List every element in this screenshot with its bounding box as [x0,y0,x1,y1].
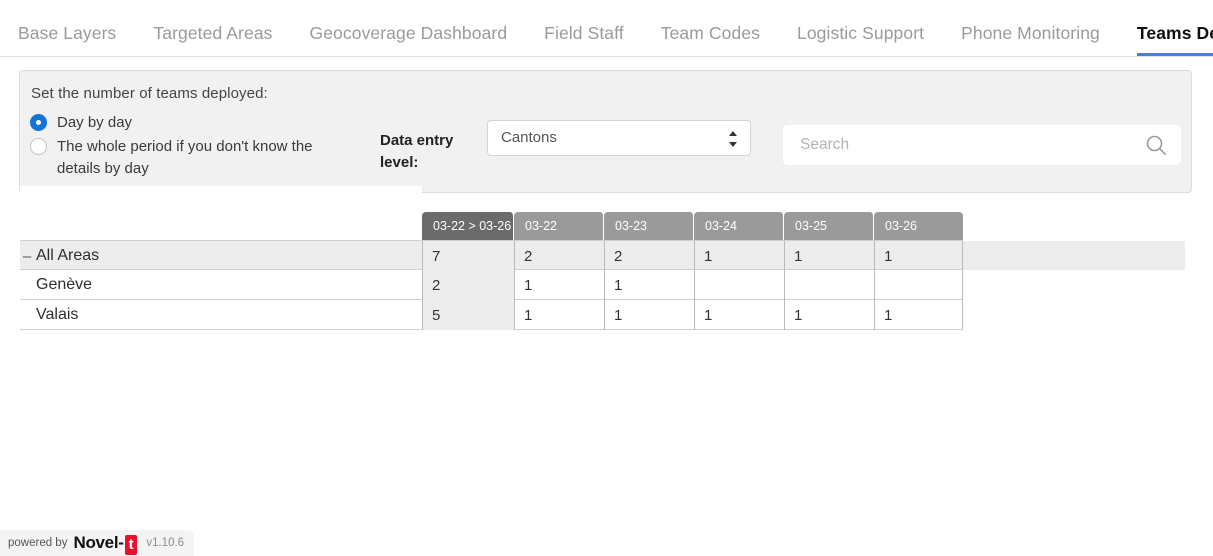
cell-all-areas-03-26[interactable]: 1 [874,241,963,271]
row-label: All Areas [36,247,100,264]
column-header-total[interactable]: 03-22 > 03-26 [422,212,514,240]
cell-geneve-03-26[interactable] [874,270,963,300]
column-header-03-24[interactable]: 03-24 [694,212,784,240]
row-name-all-areas: – All Areas [20,241,422,271]
tab-phone-monitoring[interactable]: Phone Monitoring [961,23,1100,56]
panel-heading: Set the number of teams deployed: [31,85,268,102]
tab-field-staff[interactable]: Field Staff [544,23,624,56]
cell-all-areas-03-25[interactable]: 1 [784,241,874,271]
tab-base-layers[interactable]: Base Layers [18,23,116,56]
table-row[interactable]: Valais 5 1 1 1 1 1 [20,300,963,330]
summary-row-background-extension [963,241,1185,270]
brand-text: Novel- [73,532,124,552]
table-header-row: 03-22 > 03-26 03-22 03-23 03-24 03-25 03… [422,212,963,240]
radio-option-whole-period[interactable]: The whole period if you don't know the d… [30,136,327,180]
row-name-geneve: Genève [20,270,422,300]
table-body: – All Areas 7 2 2 1 1 1 Genève 2 1 1 Val… [20,240,963,330]
row-name-valais: Valais [20,300,422,330]
teams-deployment-page: Base Layers Targeted Areas Geocoverage D… [0,0,1213,556]
table-row[interactable]: Genève 2 1 1 [20,270,963,300]
cell-all-areas-03-24[interactable]: 1 [694,241,784,271]
search-icon[interactable] [1145,134,1167,156]
search-box[interactable] [783,125,1181,165]
chevron-up-down-icon [729,131,737,147]
tab-targeted-areas[interactable]: Targeted Areas [153,23,272,56]
cell-geneve-03-23[interactable]: 1 [604,270,694,300]
radio-option-day-by-day[interactable]: Day by day [30,112,132,134]
cell-valais-03-23[interactable]: 1 [604,300,694,330]
search-input[interactable] [798,130,1128,160]
cell-valais-03-22[interactable]: 1 [514,300,604,330]
row-label: Genève [36,276,93,293]
radio-day-by-day-input[interactable] [30,114,47,131]
cell-valais-03-24[interactable]: 1 [694,300,784,330]
cell-all-areas-03-23[interactable]: 2 [604,241,694,271]
column-header-03-25[interactable]: 03-25 [784,212,874,240]
data-entry-level-value: Cantons [501,129,557,146]
tab-teams-deployment[interactable]: Teams Deployment [1136,23,1213,56]
radio-whole-period-label: The whole period if you don't know the d… [57,138,313,177]
cell-geneve-03-22[interactable]: 1 [514,270,604,300]
cell-all-areas-total[interactable]: 7 [422,241,514,271]
tab-team-codes[interactable]: Team Codes [661,23,760,56]
tab-geocoverage-dashboard[interactable]: Geocoverage Dashboard [310,23,508,56]
table-row[interactable]: – All Areas 7 2 2 1 1 1 [20,240,963,271]
powered-by-badge[interactable]: powered by Novel-t v1.10.6 [0,530,195,556]
cell-valais-03-25[interactable]: 1 [784,300,874,330]
tab-logistic-support[interactable]: Logistic Support [797,23,924,56]
main-tab-bar: Base Layers Targeted Areas Geocoverage D… [0,0,1213,57]
cell-geneve-total[interactable]: 2 [422,270,514,300]
powered-by-text: powered by [8,537,68,549]
column-header-03-26[interactable]: 03-26 [874,212,963,240]
column-header-03-22[interactable]: 03-22 [514,212,604,240]
cell-all-areas-03-22[interactable]: 2 [514,241,604,271]
panel-notch [20,186,422,195]
data-entry-level-select[interactable]: Cantons [487,120,751,156]
cell-valais-total[interactable]: 5 [422,300,514,330]
novelt-logo: Novel-t [73,532,138,555]
cell-valais-03-26[interactable]: 1 [874,300,963,330]
collapse-minus-icon[interactable]: – [20,248,34,265]
version-label: v1.10.6 [146,537,185,549]
radio-day-by-day-label: Day by day [57,114,133,131]
cell-geneve-03-25[interactable] [784,270,874,300]
brand-t-mark: t [124,534,138,555]
cell-geneve-03-24[interactable] [694,270,784,300]
data-entry-level-label: Data entry level: [380,132,454,171]
row-label: Valais [36,306,79,323]
radio-whole-period-input[interactable] [30,138,47,155]
column-header-03-23[interactable]: 03-23 [604,212,694,240]
